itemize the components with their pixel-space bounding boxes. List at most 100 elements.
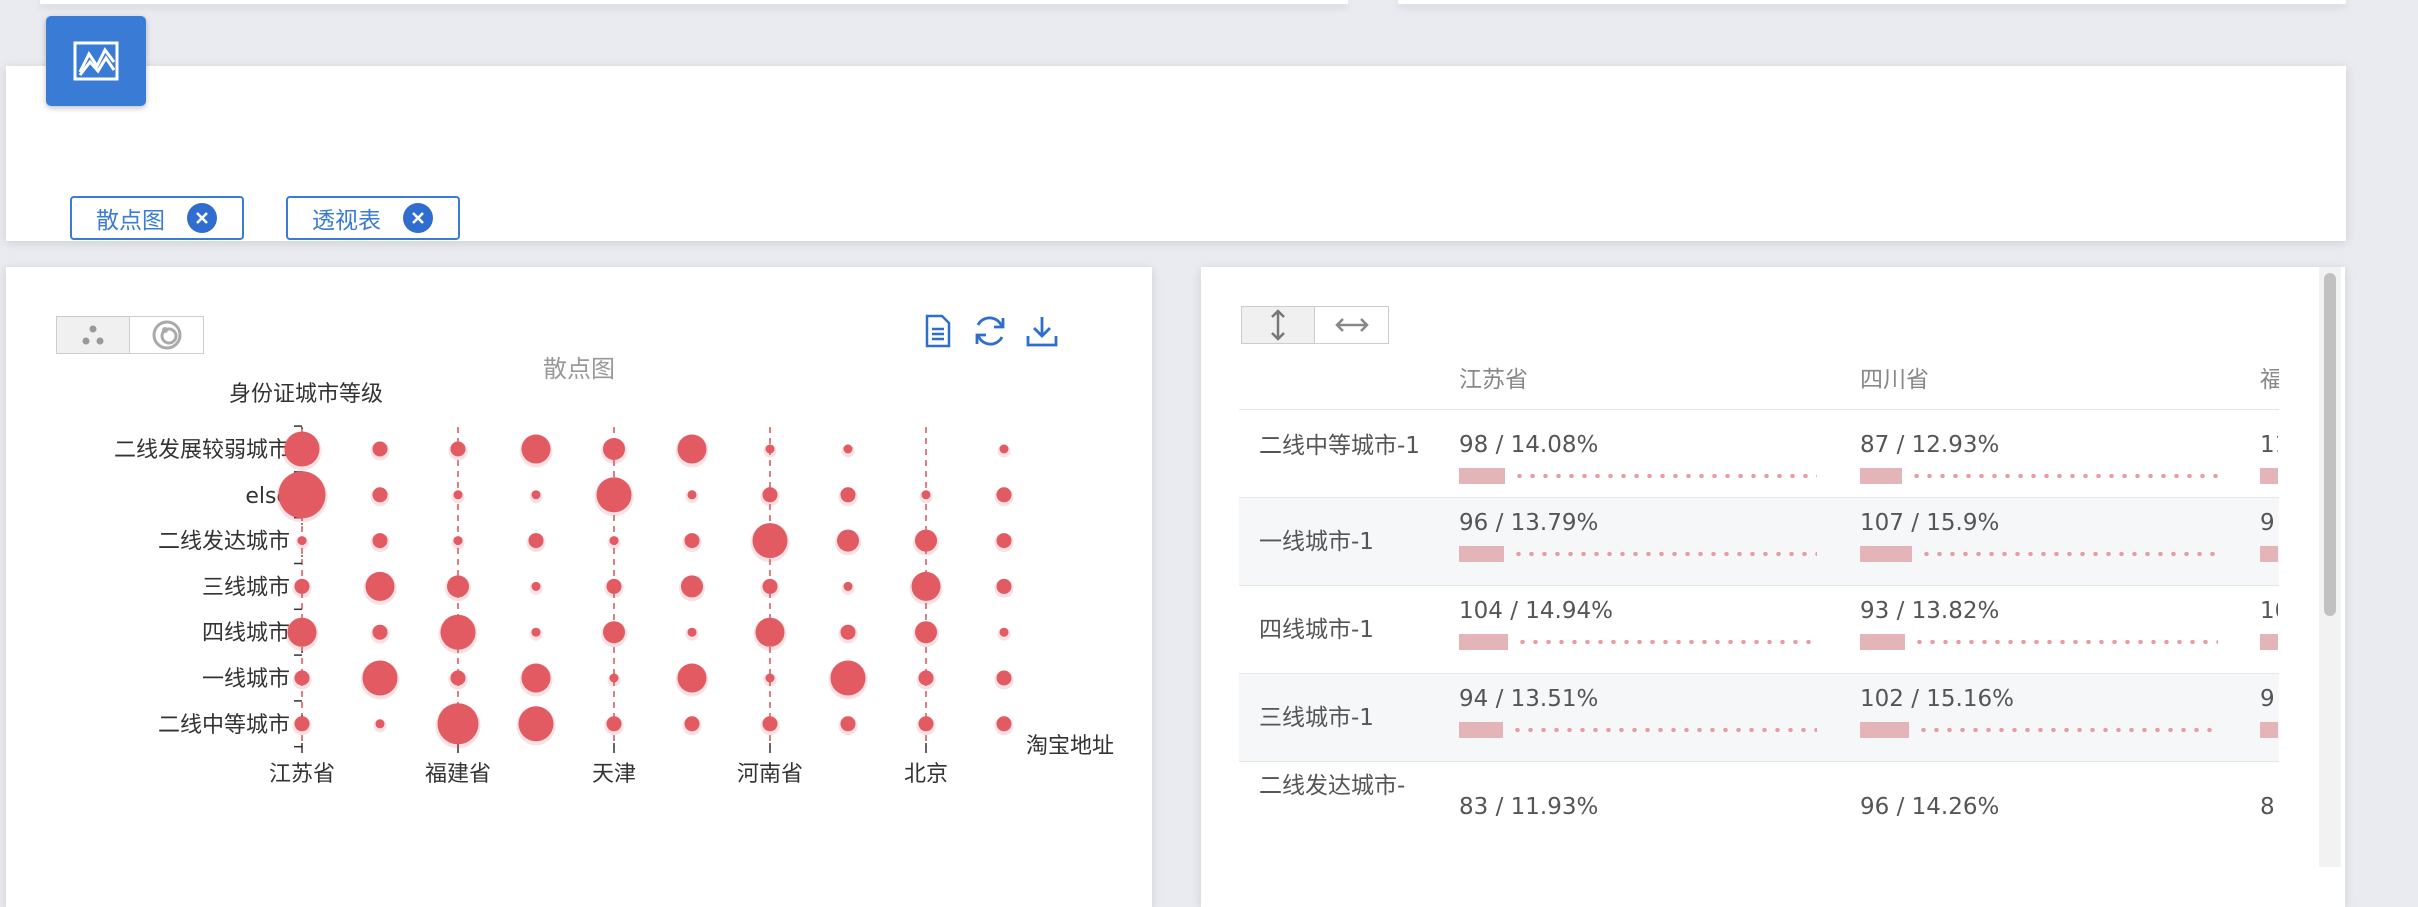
- table-cell: 104 / 14.94%: [1459, 598, 1819, 650]
- data-point: [996, 487, 1012, 503]
- data-point: [840, 624, 856, 640]
- table-cell: 93 / 13.82%: [1860, 598, 2220, 650]
- column-header: 四川省: [1860, 367, 1929, 393]
- top-panel-right-edge: [1398, 0, 2346, 4]
- filter-tag-scatter[interactable]: 散点图: [70, 196, 244, 240]
- table-cell: 96 / 13.79%: [1459, 510, 1819, 562]
- filter-tag-label: 透视表: [312, 208, 381, 234]
- y-axis-title: 身份证城市等级: [229, 382, 383, 407]
- data-point: [677, 663, 707, 693]
- data-point: [996, 716, 1012, 732]
- data-point: [294, 716, 310, 732]
- line-chart-icon: [73, 41, 119, 81]
- close-icon[interactable]: [403, 203, 433, 233]
- y-tick-label: 二线发达城市: [158, 530, 290, 555]
- table-cell: 9: [2260, 686, 2278, 738]
- table-cell: 10: [2260, 598, 2278, 650]
- data-point: [840, 487, 856, 503]
- column-header: 福: [2260, 367, 2279, 393]
- data-point: [294, 578, 310, 594]
- horizontal-arrows-icon: [1334, 318, 1369, 332]
- vertical-scrollbar[interactable]: [2319, 267, 2341, 867]
- x-tick-label: 北京: [904, 762, 948, 787]
- y-tick-label: 一线城市: [202, 667, 290, 692]
- percent-bar: [1459, 722, 1817, 738]
- data-point: [911, 571, 941, 601]
- data-point: [450, 670, 466, 686]
- x-tick-label: 福建省: [425, 762, 491, 787]
- x-axis-title: 淘宝地址: [1026, 734, 1114, 759]
- cell-value: 94 / 13.51%: [1459, 686, 1599, 712]
- filter-tag-label: 散点图: [96, 208, 165, 234]
- row-label: 四线城市-1: [1259, 617, 1374, 643]
- data-point: [687, 627, 697, 637]
- data-point: [278, 471, 326, 519]
- data-point: [755, 617, 785, 647]
- filter-panel: 散点图 透视表: [6, 66, 2346, 241]
- x-tick-label: 河南省: [737, 762, 803, 787]
- data-point: [677, 434, 707, 464]
- cell-value: 10: [2260, 598, 2278, 624]
- data-point: [837, 529, 859, 552]
- cell-value: 8: [2260, 794, 2275, 820]
- data-point: [362, 660, 398, 696]
- data-point: [284, 431, 320, 467]
- percent-bar: [1860, 722, 2218, 738]
- vertical-arrows-icon: [1271, 309, 1285, 341]
- x-tick-label: 江苏省: [269, 762, 335, 787]
- data-point: [297, 536, 307, 546]
- percent-bar: [2260, 722, 2278, 738]
- percent-bar: [2260, 546, 2278, 562]
- table-row[interactable]: 三线城市-1 94 / 13.51% 102 / 15.16% 9: [1239, 674, 2279, 762]
- data-point: [687, 490, 697, 500]
- horizontal-layout-button[interactable]: [1315, 306, 1389, 344]
- cell-value: 9: [2260, 510, 2275, 536]
- line-chart-badge[interactable]: [46, 16, 146, 106]
- data-point: [531, 490, 541, 500]
- cell-value: 102 / 15.16%: [1860, 686, 2014, 712]
- table-row[interactable]: 二线中等城市-1 98 / 14.08% 87 / 12.93% 11: [1239, 410, 2279, 498]
- percent-bar: [1459, 468, 1817, 484]
- data-point: [365, 571, 395, 601]
- data-point: [603, 621, 625, 644]
- data-point: [606, 716, 622, 732]
- percent-bar: [1860, 634, 2218, 650]
- percent-bar: [2260, 634, 2278, 650]
- vertical-layout-button[interactable]: [1241, 306, 1315, 344]
- data-point: [294, 670, 310, 686]
- column-header: 江苏省: [1459, 367, 1528, 393]
- data-point: [531, 581, 541, 591]
- data-point: [830, 660, 866, 696]
- data-point: [918, 716, 934, 732]
- data-point: [609, 673, 619, 683]
- data-point: [372, 487, 388, 503]
- scrollbar-thumb[interactable]: [2324, 273, 2336, 616]
- data-point: [681, 575, 703, 598]
- close-icon[interactable]: [187, 203, 217, 233]
- row-label: 一线城市-1: [1259, 529, 1374, 555]
- data-point: [521, 434, 551, 464]
- data-point: [372, 624, 388, 640]
- top-panel-left-edge: [40, 0, 1348, 4]
- data-point: [603, 438, 625, 460]
- x-tick-label: 天津: [592, 762, 636, 787]
- data-point: [375, 719, 385, 729]
- cell-value: 107 / 15.9%: [1860, 510, 2000, 536]
- table-row[interactable]: 一线城市-1 96 / 13.79% 107 / 15.9% 9: [1239, 498, 2279, 586]
- cell-value: 11: [2260, 432, 2278, 458]
- table-cell: 87 / 12.93%: [1860, 432, 2220, 484]
- data-point: [762, 716, 778, 732]
- filter-tag-pivot[interactable]: 透视表: [286, 196, 460, 240]
- table-row[interactable]: 四线城市-1 104 / 14.94% 93 / 13.82% 10: [1239, 586, 2279, 674]
- percent-bar: [1459, 634, 1817, 650]
- y-tick-label: 三线城市: [202, 575, 290, 600]
- table-cell: 96 / 14.26%: [1860, 794, 2220, 820]
- scatter-chart-panel: 散点图 身份证城市等级 淘宝地址 二线发展较弱城市 else 二线发达城市 三线城市 四线城市…: [6, 267, 1152, 907]
- row-label: 三线城市-1: [1259, 705, 1374, 731]
- data-point: [684, 716, 700, 732]
- table-cell: 83 / 11.93%: [1459, 794, 1819, 820]
- data-point: [762, 578, 778, 594]
- data-point: [450, 441, 466, 457]
- cell-value: 87 / 12.93%: [1860, 432, 2000, 458]
- table-row[interactable]: 二线发达城市- 83 / 11.93% 96 / 14.26% 8: [1239, 762, 2279, 850]
